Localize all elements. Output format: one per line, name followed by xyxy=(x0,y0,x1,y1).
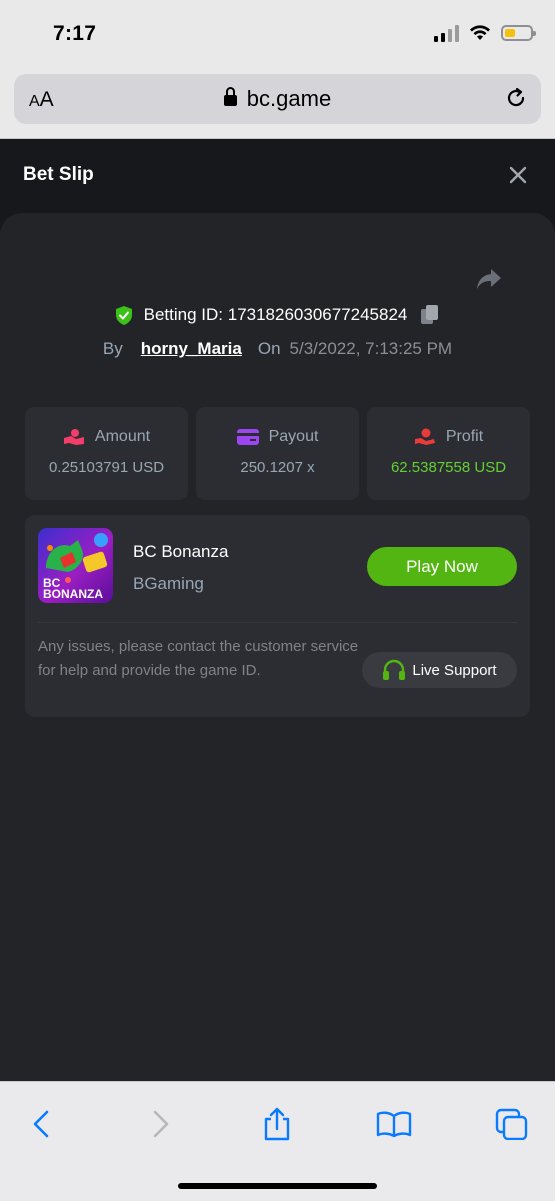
by-label: By xyxy=(102,339,123,358)
tabs-icon xyxy=(495,1108,528,1140)
verified-shield-icon xyxy=(115,305,132,325)
share-icon xyxy=(264,1107,290,1141)
profit-value: 62.5387558 USD xyxy=(390,459,507,476)
on-label: On xyxy=(257,339,281,358)
game-provider: BGaming xyxy=(133,574,204,593)
status-bar: 7:17 xyxy=(0,0,555,70)
profit-label: Profit xyxy=(445,428,484,445)
forward-icon xyxy=(153,1110,169,1138)
game-card: BC BONANZA BC Bonanza BGaming Play Now A… xyxy=(25,515,530,717)
bookmarks-button[interactable] xyxy=(372,1102,416,1146)
wifi-icon xyxy=(470,25,490,40)
copy-icon[interactable] xyxy=(421,305,439,325)
headset-icon xyxy=(383,659,406,680)
back-button[interactable] xyxy=(19,1102,63,1146)
thumb-line2: BONANZA xyxy=(43,587,103,601)
bet-stats: Amount 0.25103791 USD Payout 250.1207 x xyxy=(25,407,530,500)
amount-icon xyxy=(63,429,84,445)
amount-value: 0.25103791 USD xyxy=(48,459,165,476)
game-thumbnail[interactable]: BC BONANZA xyxy=(38,528,113,603)
battery-icon xyxy=(501,25,536,41)
back-icon xyxy=(33,1110,49,1138)
payout-label: Payout xyxy=(268,428,319,445)
bet-slip-sheet: Bet Slip Betting ID: 1731826030677245824… xyxy=(0,139,555,1081)
bet-detail-card: Betting ID: 1731826030677245824 By horny… xyxy=(0,213,555,1081)
lock-icon xyxy=(223,87,237,106)
browser-toolbar xyxy=(0,1081,555,1201)
game-thumbnail-logo: BC BONANZA xyxy=(43,577,103,601)
betting-id-row: Betting ID: 1731826030677245824 xyxy=(0,305,555,325)
share-button[interactable] xyxy=(255,1102,299,1146)
divider xyxy=(38,622,517,623)
bet-date: 5/3/2022, 7:13:25 PM xyxy=(289,339,453,358)
game-name: BC Bonanza xyxy=(133,542,229,561)
payout-value: 250.1207 x xyxy=(240,459,315,476)
betting-id-value: 1731826030677245824 xyxy=(227,305,408,324)
payout-stat: Payout 250.1207 x xyxy=(196,407,359,500)
forward-button[interactable] xyxy=(139,1102,183,1146)
address-bar[interactable]: AA bc.game xyxy=(14,74,541,124)
betting-id-label: Betting ID: xyxy=(143,305,223,324)
tabs-button[interactable] xyxy=(490,1102,534,1146)
browser-chrome: AA bc.game xyxy=(0,70,555,139)
live-support-button[interactable]: Live Support xyxy=(362,652,517,688)
play-now-button[interactable]: Play Now xyxy=(367,547,517,586)
payout-card-icon xyxy=(236,429,259,445)
amount-stat: Amount 0.25103791 USD xyxy=(25,407,188,500)
status-icons xyxy=(434,24,536,42)
cellular-signal-icon xyxy=(434,24,459,42)
bookmarks-icon xyxy=(376,1111,412,1138)
profit-icon xyxy=(414,428,435,445)
status-time: 7:17 xyxy=(53,22,97,45)
home-indicator xyxy=(178,1183,377,1189)
help-text: Any issues, please contact the customer … xyxy=(38,638,359,679)
profit-stat: Profit 62.5387558 USD xyxy=(367,407,530,500)
close-icon[interactable] xyxy=(509,166,527,184)
url-display[interactable]: bc.game xyxy=(14,86,541,112)
share-arrow-icon[interactable] xyxy=(475,267,503,291)
bet-slip-title: Bet Slip xyxy=(23,164,94,185)
url-text: bc.game xyxy=(246,86,332,111)
amount-label: Amount xyxy=(94,428,151,445)
username-link[interactable]: horny_Maria xyxy=(141,339,242,359)
live-support-label: Live Support xyxy=(412,661,497,679)
reload-icon[interactable] xyxy=(503,85,529,111)
bet-author-row: By horny_Maria On 5/3/2022, 7:13:25 PM xyxy=(0,339,555,359)
